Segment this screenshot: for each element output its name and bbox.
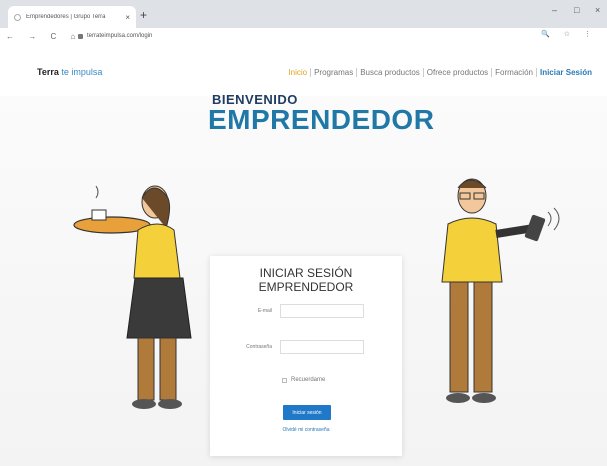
main-nav: Inicio Programas Busca productos Ofrece … bbox=[285, 68, 595, 77]
nav-buttons[interactable]: ← → C ⌂ bbox=[6, 32, 81, 41]
welcome-big: EMPRENDEDOR bbox=[208, 104, 435, 135]
nav-programas[interactable]: Programas bbox=[311, 68, 358, 77]
browser-toolbar: ← → C ⌂ terrateimpulsa.com/login 🔍 ☆ ⋮ bbox=[0, 28, 607, 44]
nav-formacion[interactable]: Formación bbox=[492, 68, 537, 77]
new-tab-button[interactable]: + bbox=[140, 8, 147, 22]
login-button[interactable]: Iniciar sesión bbox=[283, 405, 331, 420]
url-text: terrateimpulsa.com/login bbox=[87, 33, 153, 39]
address-bar[interactable]: terrateimpulsa.com/login bbox=[78, 30, 558, 42]
password-label: Contraseña bbox=[246, 344, 272, 350]
tab-close-icon[interactable]: × bbox=[125, 13, 130, 22]
login-title: INICIAR SESIÓN EMPRENDEDOR bbox=[210, 266, 402, 294]
remember-label: Recuerdame bbox=[291, 377, 326, 383]
forgot-password-link[interactable]: Olvidé mi contraseña bbox=[210, 427, 402, 433]
site-logo[interactable]: Terra te impulsa bbox=[37, 67, 102, 77]
nav-ofrece-productos[interactable]: Ofrece productos bbox=[424, 68, 493, 77]
close-window-button[interactable]: × bbox=[595, 5, 600, 15]
remember-checkbox[interactable] bbox=[282, 377, 287, 383]
minimize-button[interactable]: – bbox=[552, 5, 557, 15]
email-label: E-mail bbox=[257, 308, 272, 314]
nav-busca-productos[interactable]: Busca productos bbox=[357, 68, 424, 77]
logo-tagline: te impulsa bbox=[61, 67, 103, 77]
favicon-icon bbox=[14, 13, 21, 21]
site-header: Terra te impulsa Inicio Programas Busca … bbox=[0, 44, 607, 96]
password-field[interactable] bbox=[280, 340, 364, 354]
tab-title: Emprendedores | Grupo Terra bbox=[26, 14, 106, 20]
logo-brand: Terra bbox=[37, 67, 59, 77]
browser-tab[interactable]: Emprendedores | Grupo Terra × bbox=[8, 6, 136, 28]
login-title-line1: INICIAR SESIÓN bbox=[259, 266, 353, 280]
login-card: INICIAR SESIÓN EMPRENDEDOR E-mail Contra… bbox=[210, 256, 402, 456]
toolbar-actions[interactable]: 🔍 ☆ ⋮ bbox=[541, 30, 597, 38]
man-illustration bbox=[441, 178, 560, 403]
email-field[interactable] bbox=[280, 304, 364, 318]
maximize-button[interactable]: □ bbox=[574, 5, 579, 15]
login-title-line2: EMPRENDEDOR bbox=[258, 280, 354, 294]
remember-row[interactable]: Recuerdame bbox=[282, 377, 325, 383]
waitress-illustration bbox=[73, 185, 192, 409]
lock-icon bbox=[78, 33, 83, 39]
nav-inicio[interactable]: Inicio bbox=[285, 68, 312, 77]
nav-iniciar-sesion[interactable]: Iniciar Sesión bbox=[537, 68, 595, 77]
browser-chrome: Emprendedores | Grupo Terra × + – □ × ← … bbox=[0, 0, 607, 44]
